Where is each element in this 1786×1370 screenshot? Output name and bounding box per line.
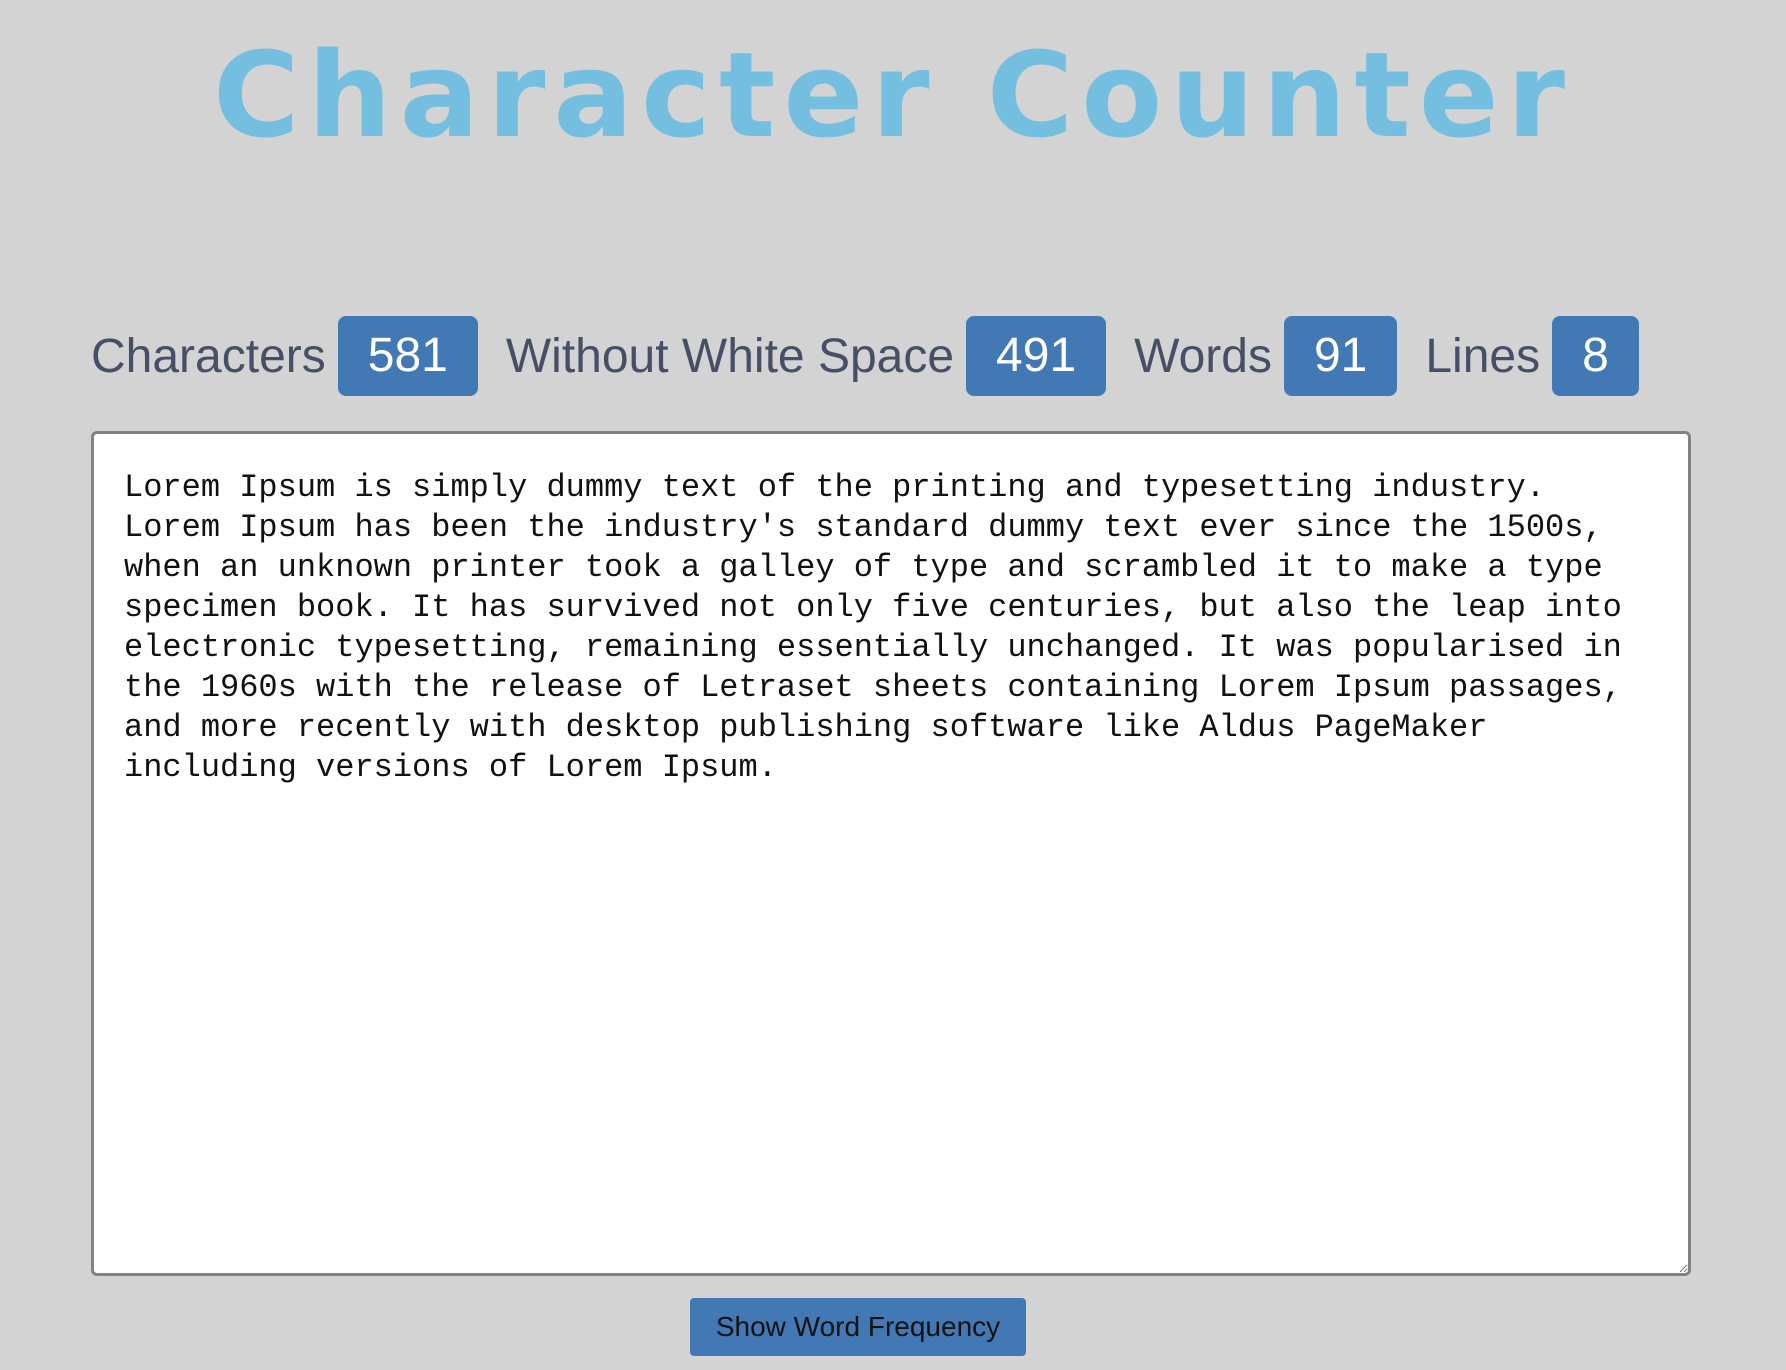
stat-without-white-space: Without White Space 491: [505, 316, 1107, 396]
stat-lines-label: Lines: [1425, 329, 1541, 383]
stat-without-white-space-badge: 491: [966, 316, 1107, 396]
stat-words-badge: 91: [1283, 316, 1398, 396]
stat-words-label: Words: [1134, 329, 1272, 383]
stat-without-white-space-label: Without White Space: [505, 329, 955, 383]
stat-lines-badge: 8: [1552, 316, 1639, 396]
stat-characters-label: Characters: [91, 329, 326, 383]
stats-bar: Characters 581 Without White Space 491 W…: [91, 316, 1667, 396]
show-word-frequency-button[interactable]: Show Word Frequency: [690, 1298, 1026, 1356]
text-input-area[interactable]: Lorem Ipsum is simply dummy text of the …: [91, 431, 1691, 1276]
page-title: Character Counter: [212, 26, 1574, 164]
stat-characters-badge: 581: [337, 316, 478, 396]
stat-characters: Characters 581: [91, 316, 478, 396]
stat-lines: Lines 8: [1425, 316, 1639, 396]
button-row: Show Word Frequency: [0, 1298, 1786, 1356]
stat-words: Words 91: [1134, 316, 1398, 396]
